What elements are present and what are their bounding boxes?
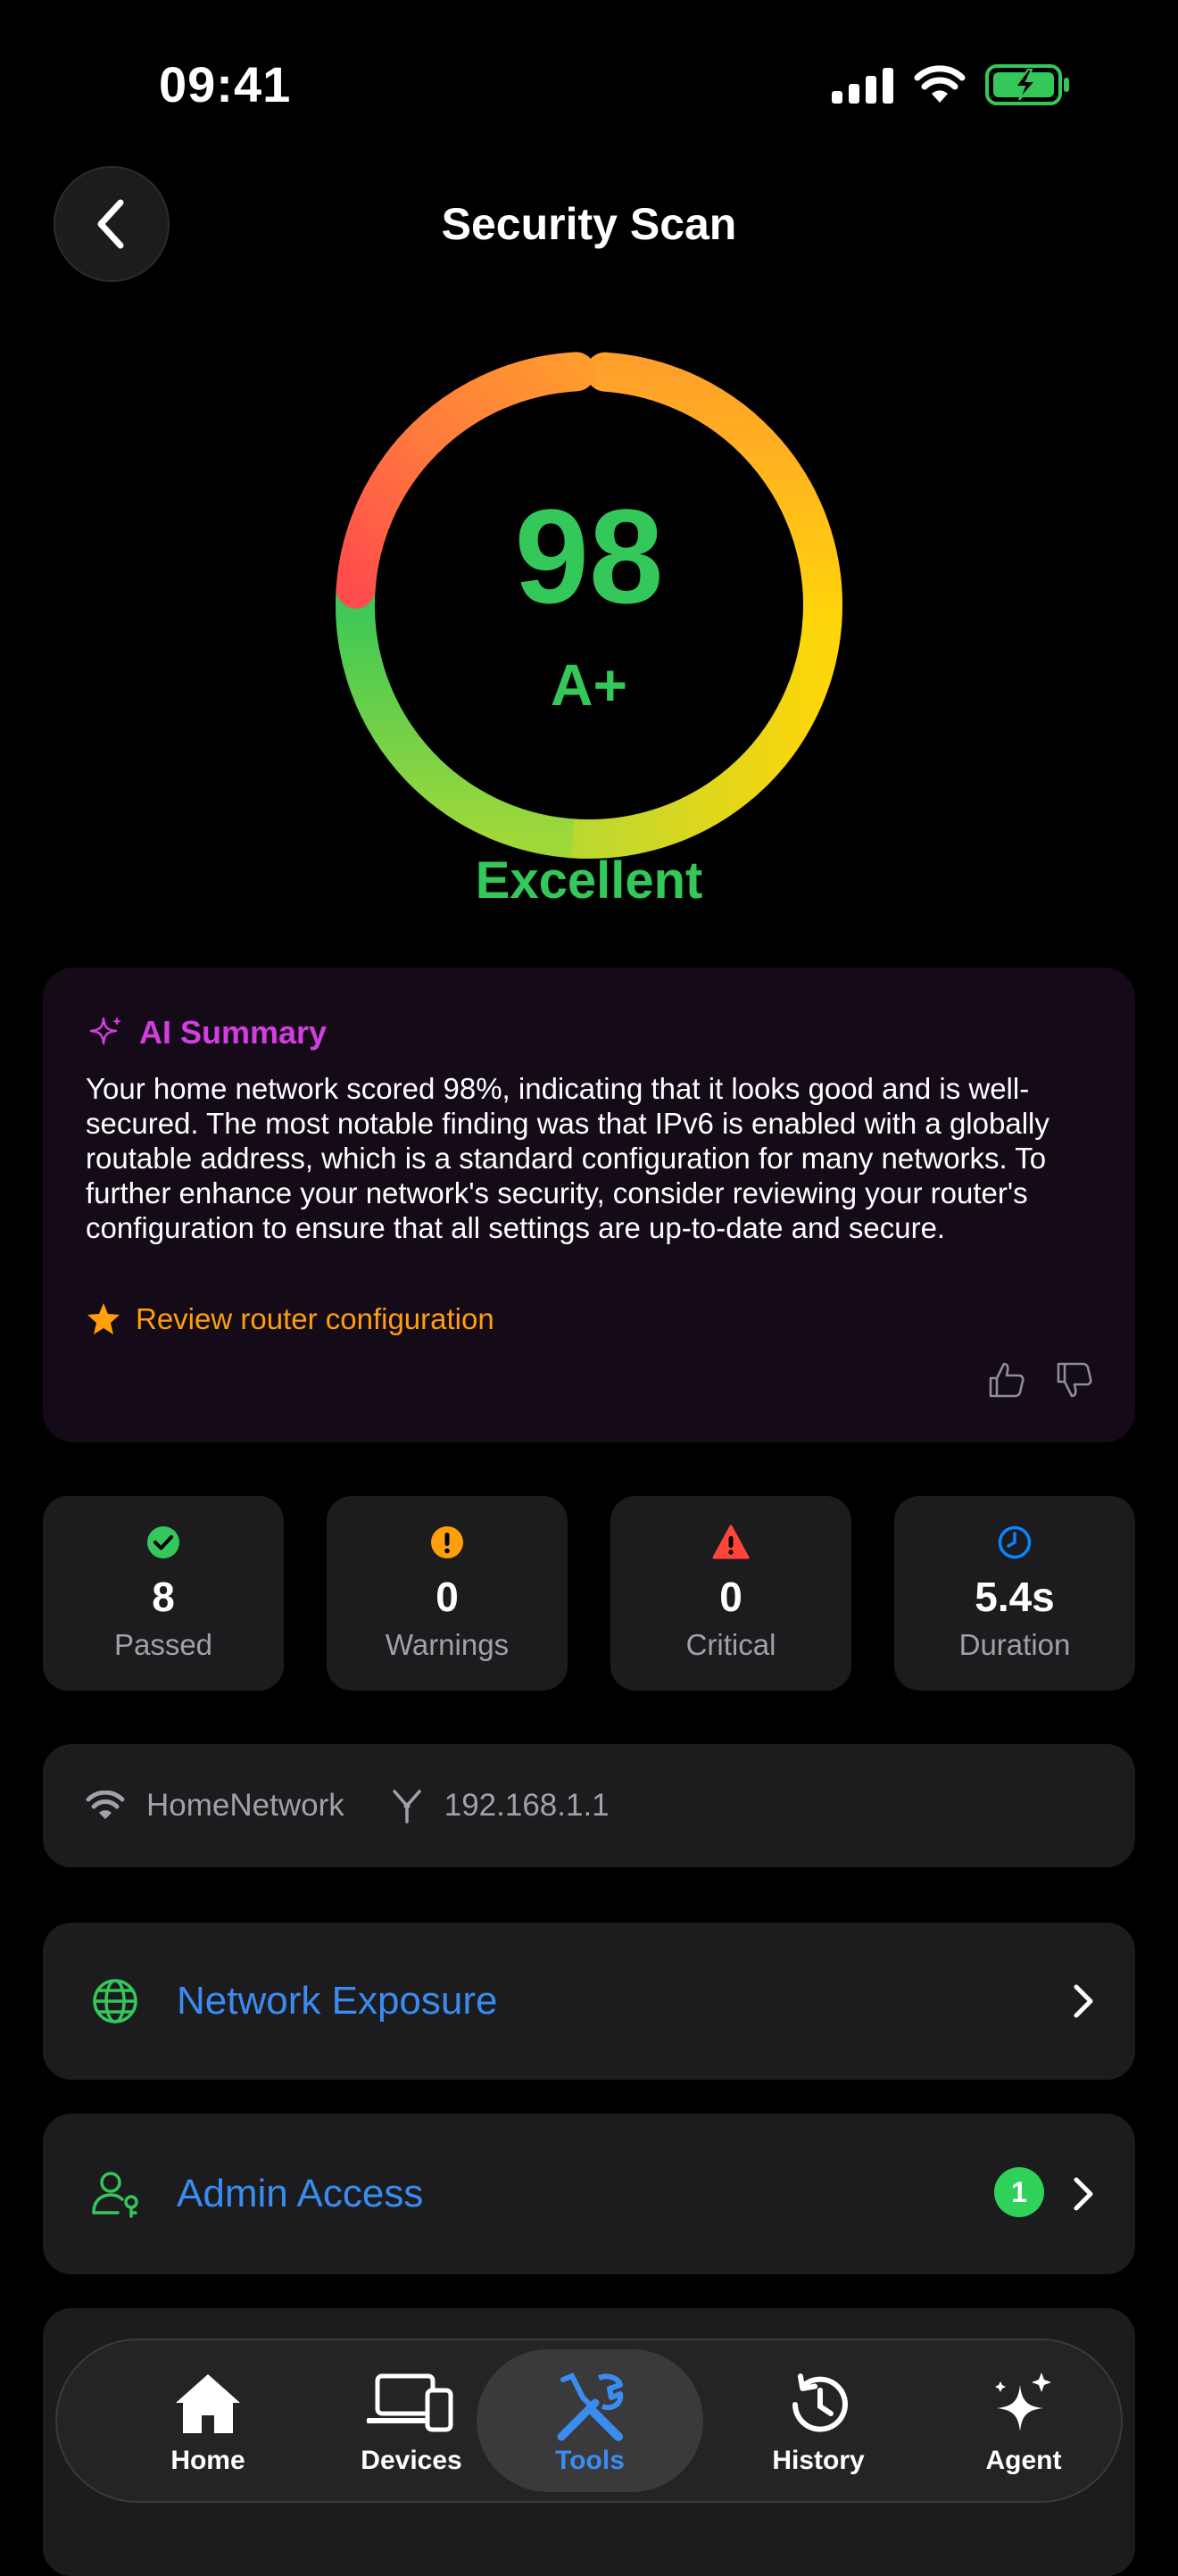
ai-summary-header: AI Summary [87,1014,327,1051]
stat-critical: 0 Critical [610,1496,851,1691]
exclamation-circle-icon [431,1526,463,1558]
tab-label: Agent [985,2446,1062,2475]
tab-label: Home [170,2446,245,2475]
stat-value: 8 [152,1574,175,1620]
section-label: Network Exposure [177,1979,498,2023]
wifi-icon [86,1791,125,1819]
tab-agent[interactable]: Agent [921,2340,1126,2501]
thumbs-down-icon[interactable] [1055,1360,1094,1400]
stat-warnings: 0 Warnings [327,1496,568,1691]
tab-history[interactable]: History [716,2340,921,2501]
sparkles-icon [89,1017,121,1045]
status-time: 09:41 [159,56,292,112]
score-value: 98 [514,481,664,631]
tab-bar: Home Devices Tools History Agent [55,2339,1123,2503]
check-circle-icon [147,1526,179,1558]
stat-value: 0 [719,1574,742,1620]
clock-icon [998,1525,1032,1559]
wifi-icon [914,65,966,103]
stat-label: Passed [113,1628,213,1661]
house-icon [176,2374,240,2433]
ai-summary-text: Your home network scored 98%, indicating… [86,1072,1049,1244]
section-admin-access[interactable]: Admin Access 1 [43,2114,1135,2274]
stat-label: Duration [958,1628,1071,1661]
status-icons [832,62,1071,107]
issue-count-badge: 1 [994,2167,1044,2217]
chevron-right-icon [1074,2177,1093,2211]
tools-icon [557,2372,624,2441]
devices-icon [367,2373,453,2432]
sparkles-icon [995,2372,1051,2431]
section-label: Admin Access [177,2172,424,2215]
page-title: Security Scan [441,199,737,249]
battery-charging-icon [985,64,1069,105]
stat-passed: 8 Passed [43,1496,284,1691]
score-grade: A+ [550,652,628,718]
stat-label: Critical [685,1628,776,1661]
tab-label: Tools [555,2446,625,2475]
chevron-right-icon [1074,1984,1093,2018]
admin-user-icon [92,2172,138,2218]
history-icon [792,2373,848,2432]
tab-tools[interactable]: Tools [477,2349,703,2492]
network-ssid: HomeNetwork [146,1788,344,1823]
stat-label: Warnings [385,1628,510,1661]
ai-recommendation-label: Review router configuration [136,1302,494,1335]
thumbs-up-icon[interactable] [987,1360,1026,1400]
stat-value: 5.4s [975,1574,1055,1620]
network-info-bar: HomeNetwork 192.168.1.1 [43,1744,1135,1867]
stat-duration: 5.4s Duration [894,1496,1135,1691]
stat-value: 0 [436,1574,459,1620]
ai-summary-card: AI Summary Your home network scored 98%,… [43,968,1135,1442]
network-gateway: 192.168.1.1 [444,1788,610,1823]
globe-icon [93,1979,137,2023]
score-label: Excellent [475,852,703,910]
tab-home[interactable]: Home [105,2340,311,2501]
ai-recommendation[interactable]: Review router configuration [86,1301,494,1337]
cellular-signal-icon [832,68,893,104]
warning-triangle-icon [712,1525,750,1559]
ai-summary-title: AI Summary [139,1014,328,1051]
router-icon [392,1790,421,1824]
tab-label: History [772,2446,865,2475]
section-network-exposure[interactable]: Network Exposure [43,1923,1135,2080]
star-icon [87,1303,120,1334]
